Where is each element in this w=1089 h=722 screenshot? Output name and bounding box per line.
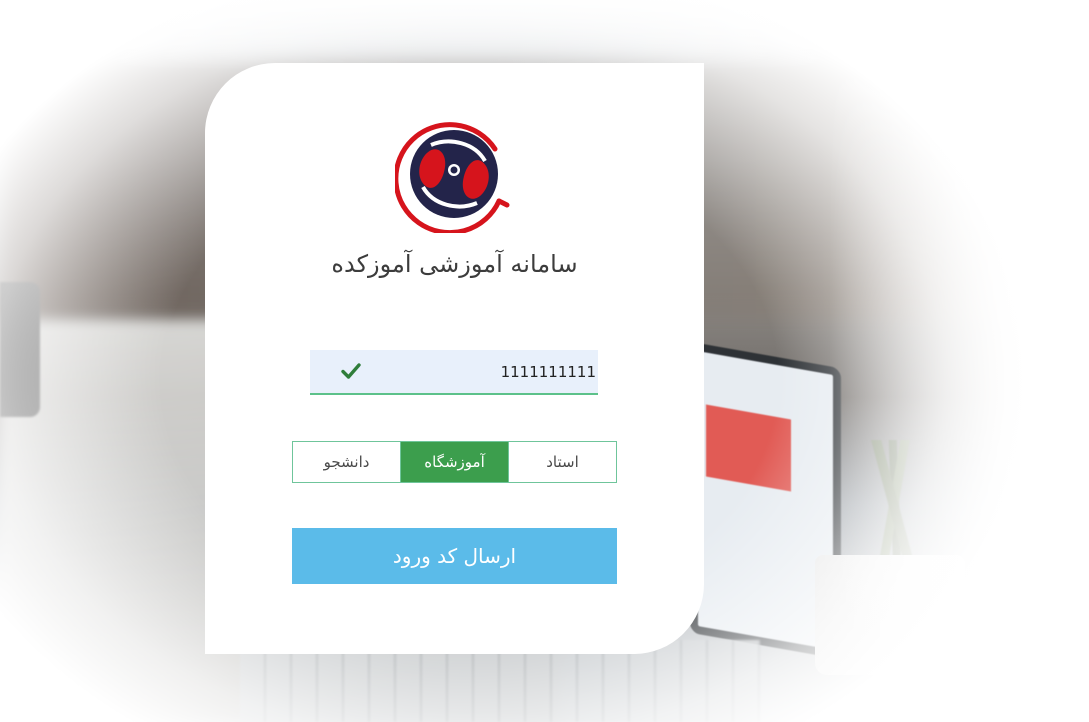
app-title: سامانه آموزشی آموزکده: [331, 250, 578, 278]
role-option-teacher[interactable]: استاد: [509, 442, 616, 482]
amoozkadeh-logo-icon: [395, 122, 510, 233]
mobile-field[interactable]: [310, 350, 598, 395]
background-vignette-top: [0, 0, 1089, 70]
send-code-button[interactable]: ارسال کد ورود: [292, 528, 617, 584]
role-option-institute[interactable]: آموزشگاه: [401, 442, 509, 482]
login-screen: سامانه آموزشی آموزکده استاد آموزشگاه دان…: [0, 0, 1089, 722]
background-vignette-right: [829, 0, 1089, 722]
check-icon: [341, 363, 361, 379]
role-selector: استاد آموزشگاه دانشجو: [292, 441, 617, 483]
role-option-student[interactable]: دانشجو: [293, 442, 401, 482]
